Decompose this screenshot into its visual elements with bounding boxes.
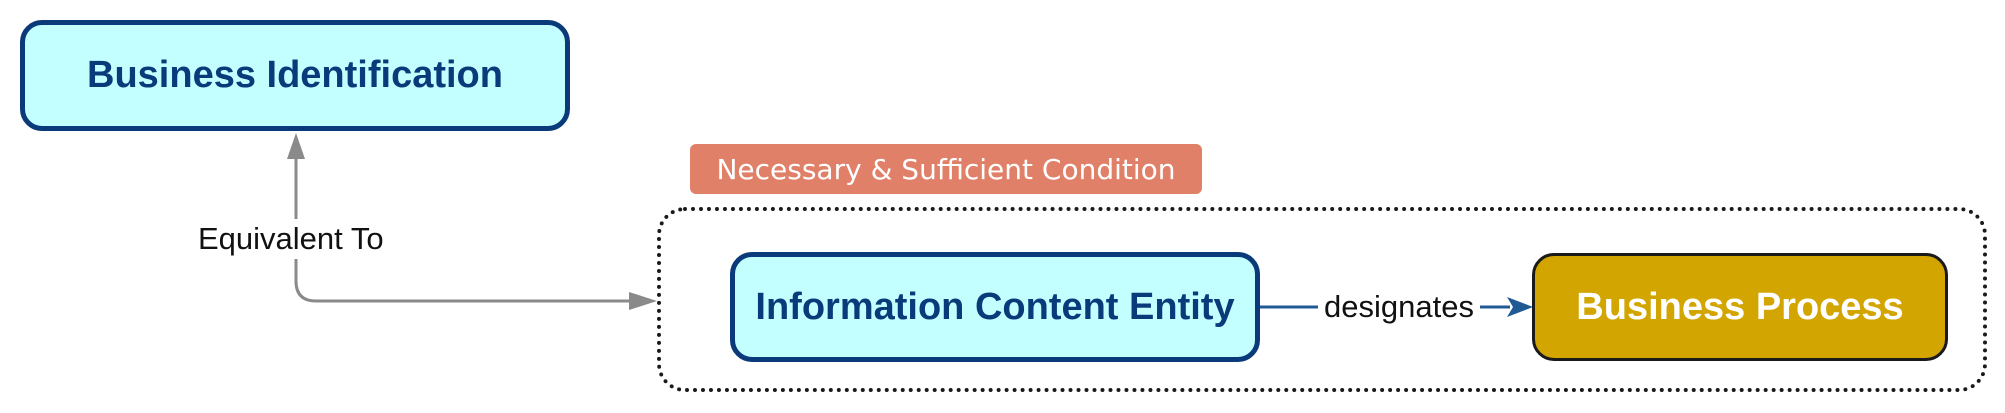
designates-label: designates — [1318, 287, 1480, 327]
business-process-node[interactable]: Business Process — [1532, 253, 1948, 361]
business-identification-label: Business Identification — [87, 54, 503, 96]
business-identification-node[interactable]: Business Identification — [20, 20, 570, 131]
business-process-label: Business Process — [1576, 285, 1904, 328]
information-content-entity-label: Information Content Entity — [755, 285, 1235, 328]
equivalent-to-arrowhead-right — [629, 292, 657, 310]
equivalent-to-arrowhead-up — [287, 133, 305, 159]
condition-tag-label: Necessary & Sufficient Condition — [716, 152, 1176, 186]
necessary-sufficient-condition-tag: Necessary & Sufficient Condition — [690, 144, 1202, 194]
equivalent-to-label: Equivalent To — [194, 219, 388, 259]
information-content-entity-node[interactable]: Information Content Entity — [730, 252, 1260, 362]
